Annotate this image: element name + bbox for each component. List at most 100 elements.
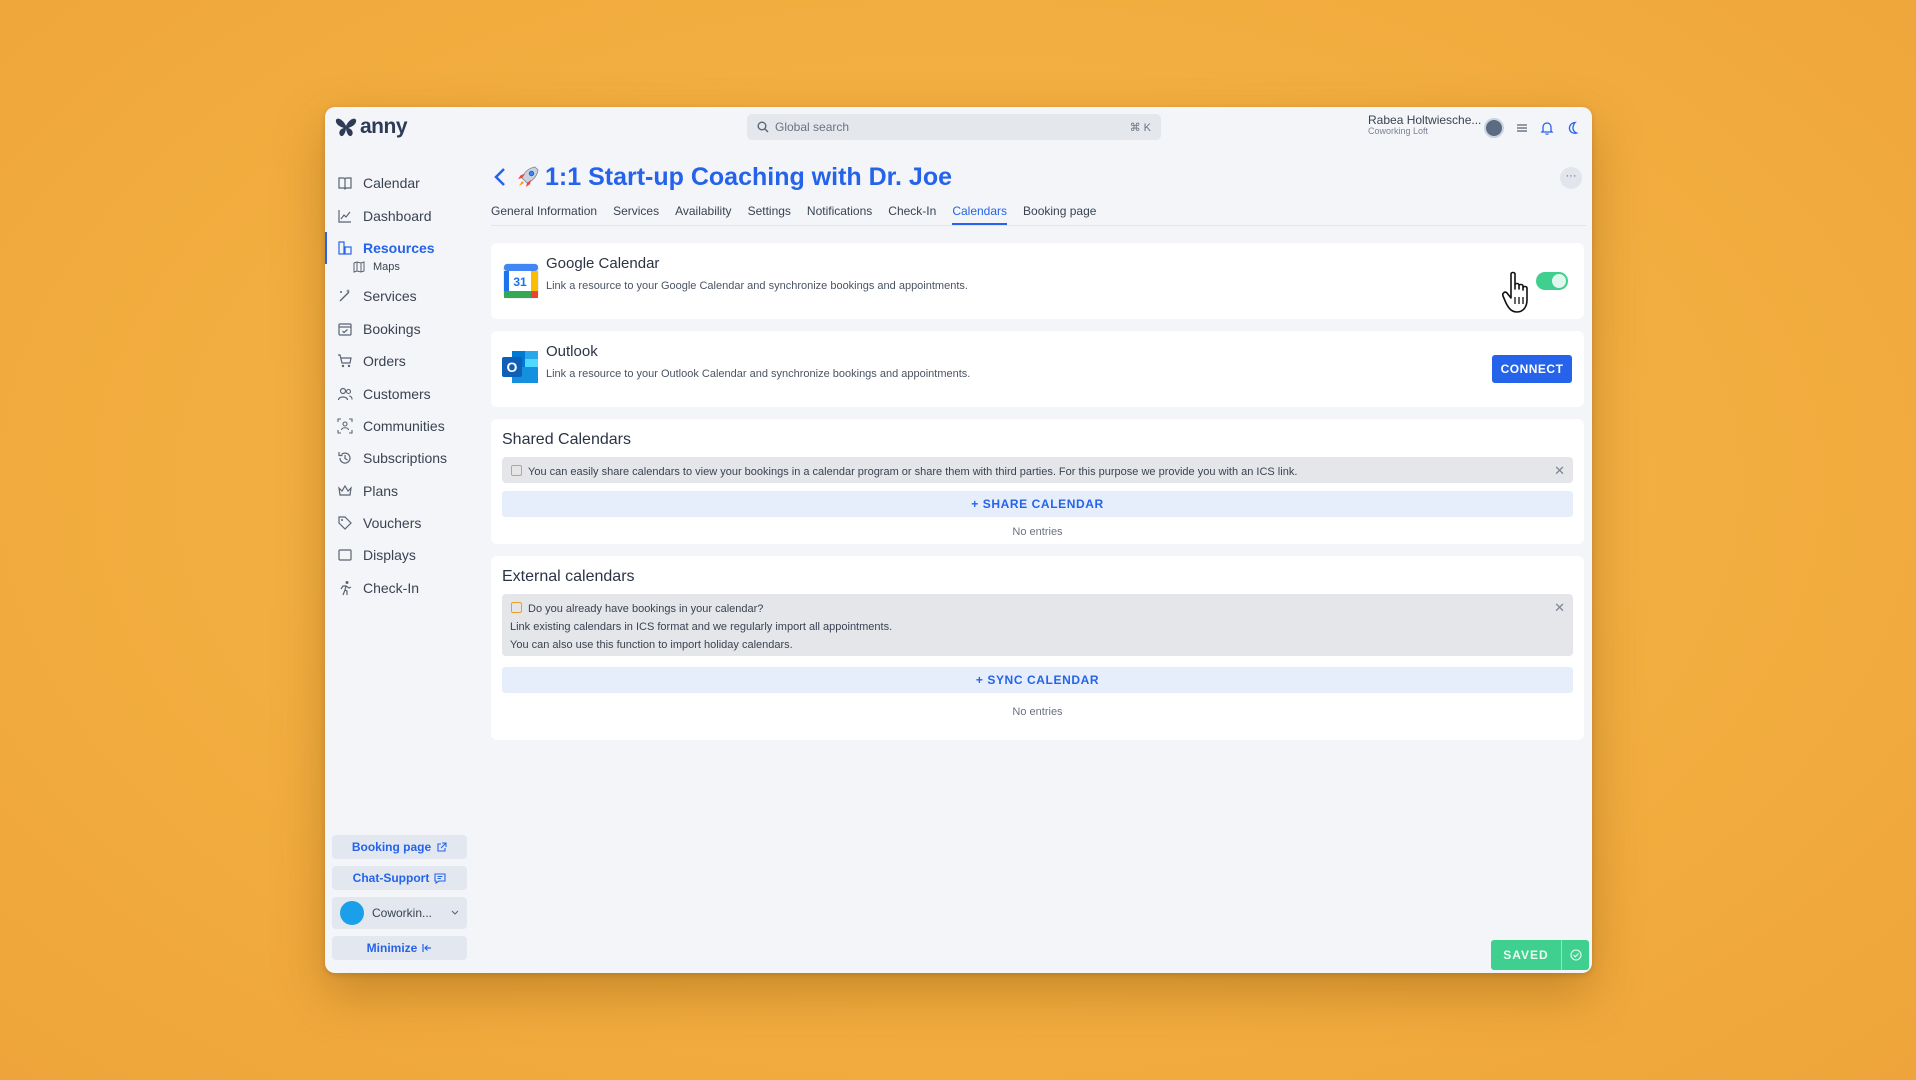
map-icon (353, 261, 365, 273)
share-calendar-button[interactable]: + SHARE CALENDAR (502, 491, 1573, 517)
sidebar-item-services[interactable]: Services (325, 280, 475, 312)
external-link-icon (437, 841, 447, 852)
sidebar-item-displays[interactable]: Displays (325, 539, 475, 571)
tab-bar: General Information Services Availabilit… (491, 200, 1586, 226)
main-content: 1:1 Start-up Coaching with Dr. Joe ··· G… (491, 162, 1586, 740)
user-org: Coworking Loft (1368, 126, 1429, 137)
menu-icon[interactable] (1516, 122, 1528, 134)
minimize-button[interactable]: Minimize (332, 936, 467, 960)
sidebar-item-label: Resources (363, 239, 435, 256)
sidebar-item-customers[interactable]: Customers (325, 377, 475, 409)
info-icon (511, 602, 522, 613)
sidebar-subitem-label: Maps (373, 261, 400, 274)
chevron-down-icon (451, 910, 459, 915)
check-circle-icon (1561, 940, 1589, 970)
organization-name: Coworkin... (372, 906, 433, 920)
moon-icon[interactable] (1566, 121, 1580, 135)
sidebar-item-label: Check-In (363, 579, 420, 596)
shared-calendars-info-text: You can easily share calendars to view y… (528, 466, 1298, 478)
sidebar-item-label: Displays (363, 547, 416, 564)
sidebar-subitem-maps[interactable]: Maps (325, 258, 475, 276)
collapse-icon (422, 944, 432, 952)
user-avatar[interactable] (1484, 118, 1504, 138)
sidebar-item-label: Calendar (363, 175, 420, 192)
tab-booking-page[interactable]: Booking page (1023, 200, 1096, 225)
wand-icon (339, 289, 350, 302)
sidebar: Calendar Dashboard Resources Maps Servic… (325, 167, 475, 604)
google-calendar-title: Google Calendar (546, 255, 660, 272)
outlook-connect-button[interactable]: CONNECT (1492, 355, 1572, 383)
sidebar-item-calendar[interactable]: Calendar (325, 167, 475, 199)
sidebar-item-label: Vouchers (363, 515, 422, 532)
sidebar-item-check-in[interactable]: Check-In (325, 572, 475, 604)
saved-status: SAVED (1491, 940, 1589, 970)
app-logo[interactable]: anny (335, 115, 408, 139)
community-icon (337, 418, 353, 434)
chat-support-button[interactable]: Chat-Support (332, 866, 467, 890)
chart-icon (338, 209, 351, 223)
close-icon[interactable]: ✕ (1554, 462, 1565, 480)
sidebar-item-label: Subscriptions (363, 450, 448, 467)
sidebar-item-label: Orders (363, 353, 406, 370)
global-search[interactable]: Global search ⌘ K (747, 114, 1161, 140)
organization-avatar (340, 901, 364, 925)
butterfly-logo-icon (335, 118, 357, 137)
tab-check-in[interactable]: Check-In (888, 200, 936, 225)
bell-icon[interactable] (1540, 121, 1554, 135)
tab-availability[interactable]: Availability (675, 200, 731, 225)
close-icon[interactable]: ✕ (1554, 599, 1565, 617)
top-bar: anny Global search ⌘ K Rabea Holtwiesche… (325, 107, 1592, 149)
shared-calendars-info: You can easily share calendars to view y… (502, 457, 1573, 483)
sidebar-item-communities[interactable]: Communities (325, 410, 475, 442)
sidebar-item-bookings[interactable]: Bookings (325, 313, 475, 345)
booking-page-label: Booking page (351, 840, 432, 854)
history-icon (338, 452, 351, 464)
sidebar-item-label: Bookings (363, 320, 421, 337)
sidebar-item-plans[interactable]: Plans (325, 475, 475, 507)
cart-icon (338, 354, 352, 368)
chevron-left-icon[interactable] (491, 167, 509, 187)
external-calendars-info: Do you already have bookings in your cal… (502, 594, 1573, 656)
tag-icon (338, 516, 352, 530)
sidebar-item-orders[interactable]: Orders (325, 345, 475, 377)
sidebar-item-dashboard[interactable]: Dashboard (325, 199, 475, 231)
book-icon (338, 177, 352, 191)
info-icon (511, 465, 522, 476)
google-calendar-logo-icon: 31 (503, 263, 539, 299)
outlook-card: O Outlook Link a resource to your Outloo… (491, 331, 1584, 407)
search-icon (757, 121, 769, 133)
saved-label: SAVED (1503, 948, 1549, 962)
rocket-icon (518, 166, 539, 187)
booking-page-button[interactable]: Booking page (332, 835, 467, 859)
external-calendars-empty: No entries (1012, 706, 1063, 718)
tab-services[interactable]: Services (613, 200, 659, 225)
tab-general-information[interactable]: General Information (491, 200, 597, 225)
external-calendars-card: External calendars Do you already have b… (491, 556, 1584, 740)
user-info[interactable]: Rabea Holtwiesche... Coworking Loft (1368, 113, 1481, 137)
shared-calendars-empty: No entries (1012, 526, 1063, 538)
sidebar-item-vouchers[interactable]: Vouchers (325, 507, 475, 539)
sidebar-item-subscriptions[interactable]: Subscriptions (325, 442, 475, 474)
sync-calendar-button[interactable]: + SYNC CALENDAR (502, 667, 1573, 693)
tab-calendars[interactable]: Calendars (952, 200, 1008, 225)
hand-cursor-icon (1502, 271, 1528, 313)
more-options-button[interactable]: ··· (1560, 167, 1582, 189)
google-calendar-toggle[interactable] (1536, 272, 1568, 290)
outlook-logo-letter: O (507, 359, 518, 375)
shared-calendars-title: Shared Calendars (502, 431, 631, 448)
minimize-label: Minimize (366, 941, 418, 955)
users-icon (337, 387, 353, 400)
tab-settings[interactable]: Settings (748, 200, 791, 225)
organization-switcher[interactable]: Coworkin... (332, 897, 467, 929)
sidebar-bottom: Booking page Chat-Support Coworkin... Mi… (332, 835, 467, 967)
google-calendar-day: 31 (513, 275, 527, 289)
google-calendar-card: 31 Google Calendar Link a resource to yo… (491, 243, 1584, 319)
sidebar-item-label: Services (363, 288, 417, 305)
outlook-logo-icon: O (502, 351, 538, 383)
logo-text: anny (360, 115, 408, 138)
crown-icon (338, 484, 352, 496)
tab-notifications[interactable]: Notifications (807, 200, 872, 225)
run-icon (340, 580, 352, 596)
chat-support-label: Chat-Support (352, 871, 430, 885)
sidebar-item-label: Customers (363, 385, 431, 402)
